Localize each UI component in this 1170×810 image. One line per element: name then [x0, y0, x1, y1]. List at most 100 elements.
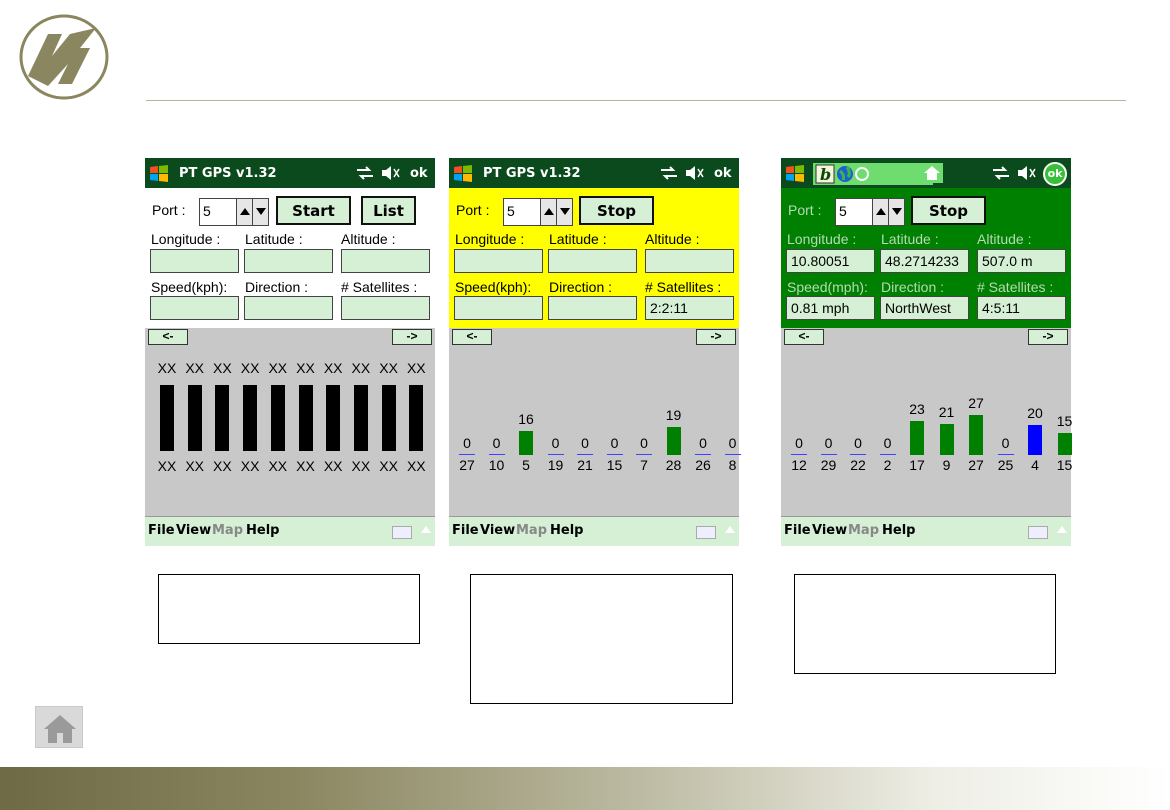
next-page-button[interactable]: -> — [1028, 329, 1068, 345]
sip-up-icon[interactable] — [1057, 526, 1067, 533]
volume-muted-icon[interactable] — [684, 165, 704, 181]
connectivity-icon[interactable] — [659, 165, 679, 181]
prn-label: 15 — [606, 457, 623, 473]
menu-help[interactable]: Help — [550, 523, 583, 538]
prn-label: 2 — [883, 457, 892, 473]
ok-button[interactable]: ok — [714, 166, 732, 181]
altitude-field[interactable] — [645, 249, 734, 273]
menu-file[interactable]: File — [784, 523, 811, 538]
windows-start-icon[interactable] — [148, 163, 170, 185]
home-button[interactable] — [35, 706, 83, 748]
satellites-field[interactable]: 2:2:11 — [645, 296, 734, 320]
snr-bar — [1057, 432, 1072, 455]
satellite-top-label: XX — [296, 360, 315, 376]
ok-button[interactable]: ok — [1043, 162, 1067, 186]
prev-page-button[interactable]: <- — [784, 329, 824, 345]
prn-label: 12 — [791, 457, 807, 473]
snr-value-label: 0 — [854, 435, 862, 451]
volume-muted-icon[interactable] — [1016, 165, 1036, 181]
speed-field[interactable] — [454, 296, 543, 320]
port-input[interactable]: 5 — [835, 198, 873, 226]
menu-file[interactable]: File — [148, 523, 175, 538]
connectivity-icon[interactable] — [991, 165, 1011, 181]
satellite-top-label: XX — [157, 360, 177, 376]
latitude-label: Latitude : — [549, 231, 607, 247]
snr-value-label: 0 — [728, 435, 737, 451]
windows-start-icon[interactable] — [784, 163, 806, 185]
port-input[interactable]: 5 — [199, 198, 237, 226]
next-page-button[interactable]: -> — [392, 329, 432, 345]
port-down-button[interactable] — [556, 198, 573, 226]
direction-field[interactable]: NorthWest — [880, 296, 969, 320]
port-up-button[interactable] — [872, 198, 889, 226]
snr-value-label: 0 — [463, 435, 471, 451]
keyboard-icon[interactable] — [696, 526, 716, 539]
port-label: Port : — [456, 202, 490, 218]
latitude-field[interactable] — [548, 249, 637, 273]
snr-value-label: 27 — [968, 394, 984, 411]
longitude-field[interactable]: 10.80051 — [786, 249, 875, 273]
slide: PT GPS v1.32 ok Port : 5 Start List Long… — [0, 0, 1170, 810]
connectivity-icon[interactable] — [355, 165, 375, 181]
svg-text:b: b — [820, 165, 831, 184]
keyboard-icon[interactable] — [392, 526, 412, 539]
menu-help[interactable]: Help — [246, 523, 279, 538]
stop-button[interactable]: Stop — [579, 196, 654, 225]
home-icon[interactable] — [921, 163, 943, 183]
start-button[interactable]: Start — [276, 196, 351, 225]
menu-file[interactable]: File — [452, 523, 479, 538]
snr-value-label: 0 — [1001, 435, 1010, 451]
snr-value-label: 19 — [665, 406, 682, 423]
snr-bar-empty — [636, 454, 652, 455]
menu-view[interactable]: View — [812, 523, 847, 538]
satellite-bottom-label: XX — [296, 458, 315, 474]
altitude-field[interactable]: 507.0 m — [977, 249, 1066, 273]
latitude-field[interactable]: 48.2714233 — [880, 249, 969, 273]
snr-value-label: 0 — [492, 435, 501, 451]
direction-field[interactable] — [548, 296, 637, 320]
satellites-field[interactable]: 4:5:11 — [977, 296, 1066, 320]
longitude-field[interactable] — [150, 249, 239, 273]
next-page-button[interactable]: -> — [696, 329, 736, 345]
menu-view[interactable]: View — [176, 523, 211, 538]
stop-button[interactable]: Stop — [911, 196, 986, 225]
speed-field[interactable] — [150, 296, 239, 320]
windows-start-icon[interactable] — [452, 163, 474, 185]
menu-map[interactable]: Map — [516, 523, 547, 538]
prev-page-button[interactable]: <- — [452, 329, 492, 345]
port-up-button[interactable] — [236, 198, 253, 226]
port-down-button[interactable] — [252, 198, 269, 226]
latitude-field[interactable] — [244, 249, 333, 273]
speed-label: Speed(mph): — [787, 279, 868, 295]
speed-field[interactable]: 0.81 mph — [786, 296, 875, 320]
menu-map[interactable]: Map — [848, 523, 879, 538]
ok-button[interactable]: ok — [410, 166, 428, 181]
satellite-bar — [353, 385, 368, 451]
port-label: Port : — [788, 202, 822, 218]
direction-field[interactable] — [244, 296, 333, 320]
altitude-label: Altitude : — [645, 231, 700, 247]
port-down-button[interactable] — [888, 198, 905, 226]
keyboard-icon[interactable] — [1028, 526, 1048, 539]
volume-muted-icon[interactable] — [380, 165, 400, 181]
altitude-field[interactable] — [341, 249, 430, 273]
port-input[interactable]: 5 — [503, 198, 541, 226]
prn-label: 10 — [488, 457, 505, 473]
taskbar-app-icons[interactable]: b — [813, 163, 933, 185]
snr-bar-empty — [488, 454, 505, 455]
port-label: Port : — [152, 202, 186, 218]
menu-map[interactable]: Map — [212, 523, 243, 538]
longitude-field[interactable] — [454, 249, 543, 273]
snr-bar-empty — [724, 454, 741, 455]
prev-page-button[interactable]: <- — [148, 329, 188, 345]
satellites-field[interactable] — [341, 296, 430, 320]
sip-up-icon[interactable] — [725, 526, 735, 533]
satellites-label: # Satellites : — [977, 279, 1054, 295]
menu-help[interactable]: Help — [882, 523, 915, 538]
sip-up-icon[interactable] — [421, 526, 431, 533]
app-title: PT GPS v1.32 — [179, 166, 277, 181]
company-logo-icon — [19, 14, 109, 100]
list-button[interactable]: List — [361, 196, 416, 225]
port-up-button[interactable] — [540, 198, 557, 226]
menu-view[interactable]: View — [480, 523, 515, 538]
